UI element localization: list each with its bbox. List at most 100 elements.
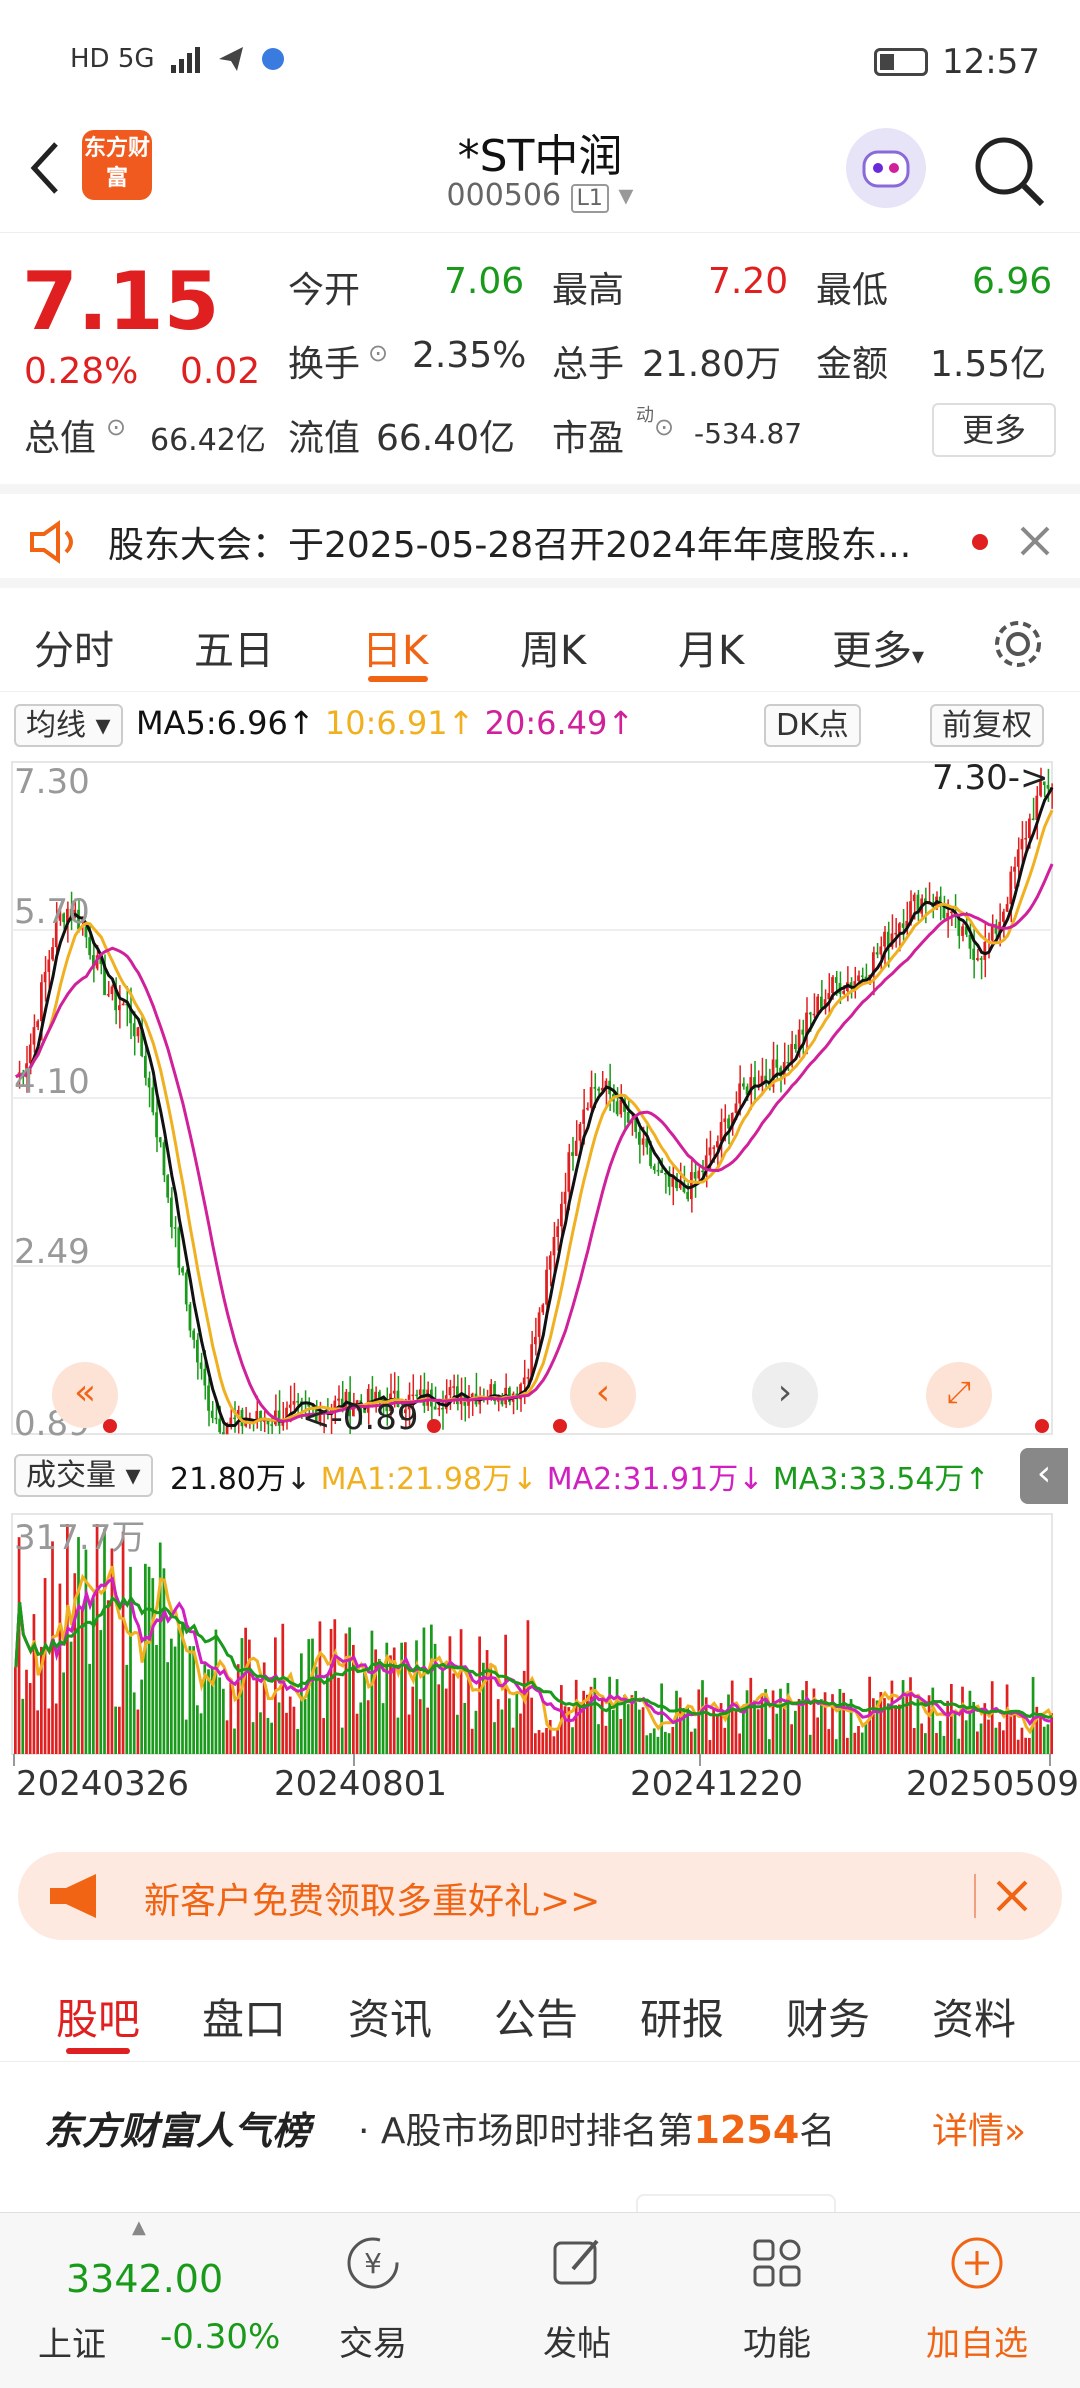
gear-icon[interactable]	[990, 616, 1046, 672]
volume-bar	[184, 1719, 188, 1754]
volume-bar	[864, 1722, 868, 1754]
volume-bar	[147, 1566, 151, 1754]
kline-svg[interactable]	[10, 754, 1070, 1844]
volume-bar	[478, 1636, 481, 1754]
candle-body	[686, 1192, 689, 1200]
tab-finance[interactable]: 财务	[786, 1986, 870, 2047]
double-chevron-icon: »	[1004, 2111, 1027, 2152]
volume-bar	[129, 1566, 132, 1754]
volume-bar	[467, 1675, 470, 1754]
volume-bar	[886, 1703, 890, 1754]
active-tab-indicator	[368, 676, 428, 682]
signal-icon	[170, 47, 200, 73]
ma-selector[interactable]: 均线 ▾	[14, 700, 123, 747]
next-button[interactable]: ›	[752, 1362, 818, 1428]
float-label: 流值	[288, 418, 361, 459]
candle-body	[560, 1203, 563, 1227]
vol-selector-chip[interactable]: 成交量 ▾	[14, 1454, 153, 1497]
volume-bar	[493, 1722, 496, 1754]
volume-label: 总手	[552, 344, 625, 385]
volume-bar	[1024, 1737, 1027, 1754]
nav-post[interactable]: 发帖	[512, 2233, 642, 2365]
candle-body	[950, 911, 953, 914]
candle-body	[292, 1401, 296, 1405]
stock-code[interactable]: 000506 L1 ▾	[340, 178, 740, 213]
more-button[interactable]: 更多	[932, 403, 1056, 457]
candle-body	[734, 1103, 738, 1113]
adjust-chip[interactable]: 前复权	[930, 704, 1044, 747]
low-value: 6.96	[972, 261, 1053, 302]
candle-body	[229, 1417, 233, 1425]
index-ticker[interactable]: ▲ 3342.00 上证 -0.30%	[20, 2213, 280, 2388]
candle-body	[233, 1417, 236, 1420]
candle-body	[192, 1330, 195, 1340]
candle-body	[158, 1137, 162, 1143]
tab-profile[interactable]: 资料	[932, 1986, 1016, 2047]
tab-weekly-k[interactable]: 周K	[520, 618, 586, 676]
announcement-bar[interactable]: 股东大会：于2025-05-28召开2024年年度股东...	[0, 484, 1080, 588]
volume-bar	[716, 1716, 719, 1754]
tab-more[interactable]: 更多▾	[832, 618, 924, 676]
close-icon[interactable]	[992, 1876, 1032, 1916]
volume-bar	[990, 1681, 994, 1754]
candle-body	[972, 948, 975, 960]
ma-selector-chip[interactable]: 均线 ▾	[14, 704, 123, 747]
candle-body	[552, 1236, 556, 1256]
popularity-row[interactable]: 东方财富人气榜 · A股市场即时排名第1254名 详情»	[0, 2062, 1080, 2212]
header: 东方财富 *ST中润 000506 L1 ▾	[0, 120, 1080, 232]
tab-notices[interactable]: 公告	[494, 1986, 578, 2047]
volume-bar	[753, 1700, 756, 1754]
rewind-button[interactable]: «	[52, 1362, 118, 1428]
volume-bar	[860, 1732, 864, 1754]
volume-bar	[199, 1713, 203, 1754]
volume-bar	[953, 1712, 957, 1754]
kline-chart[interactable]: 均线 ▾ MA5:6.96↑ 10:6.91↑ 20:6.49↑ DK点 前复权…	[10, 692, 1079, 1832]
tab-research[interactable]: 研报	[640, 1986, 724, 2047]
expand-icon[interactable]: ⤢	[926, 1362, 992, 1428]
volume-bar	[916, 1698, 920, 1754]
detail-link[interactable]: 详情»	[932, 2102, 1026, 2154]
info-icon[interactable]: ⊙	[368, 339, 388, 367]
candle-body	[701, 1170, 704, 1173]
collapse-panel-button[interactable]: ‹	[1020, 1448, 1068, 1504]
status-bar: HD 5G 12:57	[0, 0, 1080, 120]
volume-bar	[14, 1667, 17, 1754]
volume-bar	[459, 1629, 463, 1754]
tab-guba[interactable]: 股吧	[56, 1986, 140, 2047]
tab-pankou[interactable]: 盘口	[202, 1986, 286, 2047]
prev-button[interactable]: ‹	[570, 1362, 636, 1428]
nav-functions[interactable]: 功能	[712, 2233, 842, 2365]
up-arrow-icon: ↑	[607, 704, 635, 742]
mktcap-label: 总值	[24, 418, 97, 459]
tab-timeshare[interactable]: 分时	[34, 618, 114, 676]
close-icon[interactable]	[1018, 524, 1052, 558]
vol-max-label: 317.7万	[14, 1518, 146, 1558]
back-icon[interactable]	[24, 138, 64, 198]
dk-point-toggle[interactable]: DK点	[764, 700, 861, 747]
search-icon[interactable]	[970, 132, 1050, 212]
volume-bar	[571, 1727, 574, 1754]
tab-news[interactable]: 资讯	[348, 1986, 432, 2047]
promo-banner[interactable]: 新客户免费领取多重好礼>>	[18, 1852, 1062, 1940]
volume-bar	[660, 1683, 663, 1754]
nav-add-watchlist[interactable]: 加自选	[912, 2233, 1042, 2365]
tab-monthly-k[interactable]: 月K	[678, 618, 744, 676]
nav-trade[interactable]: ¥ 交易	[308, 2233, 438, 2365]
robot-avatar-icon[interactable]	[846, 128, 926, 208]
volume-bar	[396, 1717, 400, 1754]
volume-bar	[329, 1628, 333, 1754]
candle-body	[697, 1170, 701, 1179]
info-icon[interactable]: ⊙	[654, 413, 674, 441]
tab-daily-k[interactable]: 日K	[362, 618, 428, 676]
volume-bar	[1013, 1715, 1016, 1754]
tab-five-day[interactable]: 五日	[194, 618, 274, 676]
candle-body	[214, 1417, 218, 1420]
volume-bar	[418, 1699, 422, 1754]
vol-selector[interactable]: 成交量 ▾	[14, 1450, 153, 1497]
ma-selector-label: 均线	[26, 708, 86, 743]
adjust-toggle[interactable]: 前复权	[930, 700, 1044, 747]
volume-bar	[827, 1729, 831, 1754]
info-icon[interactable]: ⊙	[106, 413, 126, 441]
dk-chip[interactable]: DK点	[764, 704, 861, 747]
candle-body	[652, 1166, 656, 1171]
